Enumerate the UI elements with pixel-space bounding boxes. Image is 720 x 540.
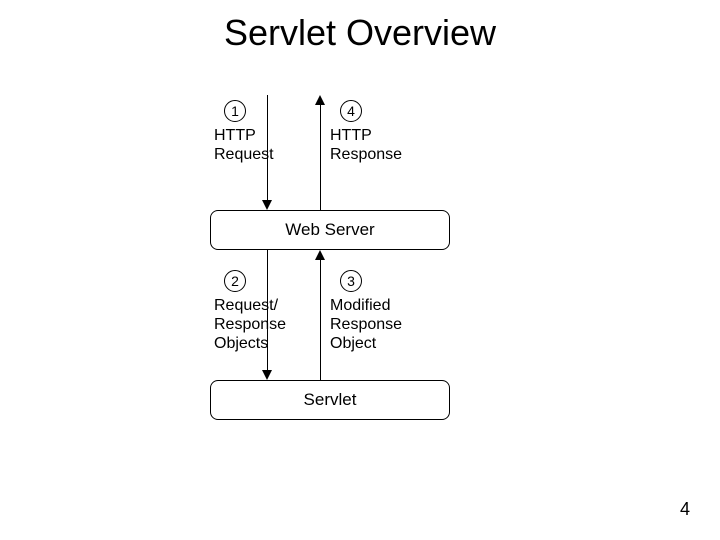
step-2-badge: 2: [224, 270, 246, 292]
step-3-badge: 3: [340, 270, 362, 292]
arrow-shaft: [320, 105, 321, 210]
page-number: 4: [680, 499, 690, 520]
step-3-label: Modified Response Object: [330, 296, 402, 353]
arrow-http-response-up: [315, 95, 327, 210]
arrow-head-down-icon: [262, 200, 272, 210]
servlet-diagram: 1 HTTP Request 4 HTTP Response Web Serve…: [200, 90, 500, 460]
arrow-head-up-icon: [315, 95, 325, 105]
arrow-shaft: [320, 260, 321, 380]
step-1-badge: 1: [224, 100, 246, 122]
page-title: Servlet Overview: [0, 12, 720, 54]
step-1-label: HTTP Request: [214, 126, 274, 164]
arrow-head-up-icon: [315, 250, 325, 260]
web-server-box: Web Server: [210, 210, 450, 250]
servlet-box: Servlet: [210, 380, 450, 420]
step-2-label: Request/ Response Objects: [214, 296, 286, 353]
arrow-modified-response-up: [315, 250, 327, 380]
step-4-label: HTTP Response: [330, 126, 402, 164]
arrow-head-down-icon: [262, 370, 272, 380]
slide: Servlet Overview 1 HTTP Request 4 HTTP R…: [0, 0, 720, 540]
step-4-badge: 4: [340, 100, 362, 122]
